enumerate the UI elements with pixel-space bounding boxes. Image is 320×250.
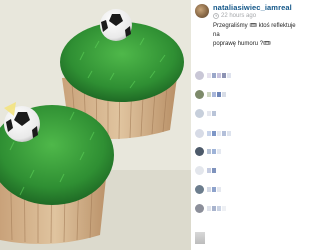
comment-pixel-block [207,110,211,116]
comment-pixel-block [207,205,211,211]
comment-text-pixelated [207,130,231,136]
comment-pixel-block [217,72,221,78]
timestamp-row: 22 hours ago [213,13,256,19]
comment-text-pixelated [207,148,221,154]
comment-pixel-block [207,186,211,192]
comment-text-pixelated [207,72,231,78]
comment-avatar[interactable] [195,184,204,194]
comment-pixel-block [212,130,216,136]
comment-text-pixelated [207,167,216,173]
comment-row[interactable] [195,203,226,213]
post-sidebar: nataliasiwiec_iamreal 22 hours ago Przeg… [191,0,300,250]
comment-pixel-block [207,148,211,154]
comment-row[interactable] [195,184,221,194]
username[interactable]: nataliasiwiec_iamreal [213,3,292,12]
comment-pixel-block [212,72,216,78]
comment-avatar[interactable] [195,203,204,213]
comment-pixel-block [212,91,216,97]
comment-pixel-block [222,72,226,78]
comment-pixel-block [207,167,211,173]
comment-row[interactable] [195,146,221,156]
comment-row[interactable] [195,128,231,138]
footer-avatar-placeholder [195,232,205,244]
comment-avatar[interactable] [195,89,204,99]
comment-text-pixelated [207,205,226,211]
comment-pixel-block [207,130,211,136]
comment-avatar[interactable] [195,146,204,156]
comment-pixel-block [212,110,216,116]
comment-row[interactable] [195,89,226,99]
comment-pixel-block [212,205,216,211]
comment-pixel-block [207,91,211,97]
comment-pixel-block [222,130,226,136]
comment-avatar[interactable] [195,128,204,138]
comment-row[interactable] [195,70,231,80]
avatar[interactable] [195,4,209,18]
comment-text-pixelated [207,91,226,97]
comment-pixel-block [227,72,231,78]
comment-pixel-block [222,91,226,97]
post-caption: Przegraliśmy 🎟 ktoś reflektuje na popraw… [213,23,296,47]
post-photo[interactable] [0,0,191,250]
comment-row[interactable] [195,165,216,175]
comment-avatar[interactable] [195,108,204,118]
comment-row[interactable] [195,108,216,118]
comment-text-pixelated [207,186,221,192]
comment-pixel-block [217,148,221,154]
comment-pixel-block [207,72,211,78]
comment-pixel-block [217,130,221,136]
timestamp: 22 hours ago [221,13,257,19]
comment-pixel-block [217,186,221,192]
comment-pixel-block [217,91,221,97]
comment-text-pixelated [207,110,216,116]
comment-avatar[interactable] [195,70,204,80]
comment-pixel-block [217,205,221,211]
comment-pixel-block [222,205,226,211]
comment-pixel-block [212,167,216,173]
clock-icon [213,13,219,19]
comment-avatar[interactable] [195,165,204,175]
comment-pixel-block [227,130,231,136]
cupcakes-image [0,0,191,250]
comment-pixel-block [212,148,216,154]
comment-pixel-block [212,186,216,192]
